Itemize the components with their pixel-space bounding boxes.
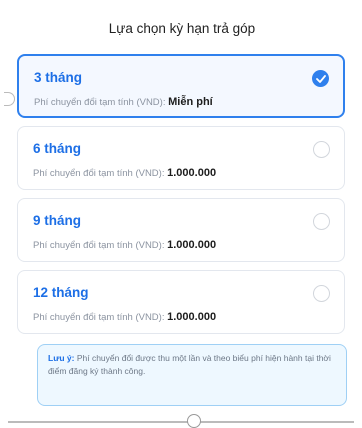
- term-option-fee: Phí chuyển đổi tạm tính (VND): Miễn phí: [34, 96, 213, 108]
- term-option-12-months[interactable]: 12 tháng Phí chuyển đổi tạm tính (VND): …: [17, 270, 345, 334]
- fee-value: 1.000.000: [167, 311, 217, 323]
- fee-value: 1.000.000: [167, 167, 217, 179]
- term-option-label: 6 tháng: [33, 141, 82, 156]
- info-note: Lưu ý: Phí chuyển đổi được thu một lần v…: [37, 344, 347, 406]
- bottom-connector: [0, 414, 362, 428]
- note-label: Lưu ý:: [48, 353, 75, 363]
- connector-line: [8, 421, 354, 423]
- term-option-9-months[interactable]: 9 tháng Phí chuyển đổi tạm tính (VND): 1…: [17, 198, 345, 262]
- term-option-fee: Phí chuyển đổi tạm tính (VND): 1.000.000: [33, 167, 216, 179]
- fee-label: Phí chuyển đổi tạm tính (VND):: [33, 240, 165, 251]
- term-option-fee: Phí chuyển đổi tạm tính (VND): 1.000.000: [33, 311, 216, 323]
- fee-label: Phí chuyển đổi tạm tính (VND):: [34, 97, 166, 108]
- term-options-list: 3 tháng Phí chuyển đổi tạm tính (VND): M…: [17, 54, 345, 342]
- check-circle-icon[interactable]: [312, 70, 329, 87]
- left-edge-notch: [4, 92, 15, 106]
- fee-label: Phí chuyển đổi tạm tính (VND):: [33, 312, 165, 323]
- fee-value: 1.000.000: [167, 239, 217, 251]
- fee-value: Miễn phí: [168, 96, 213, 108]
- empty-circle-icon[interactable]: [313, 141, 330, 158]
- term-option-label: 9 tháng: [33, 213, 82, 228]
- term-option-fee: Phí chuyển đổi tạm tính (VND): 1.000.000: [33, 239, 216, 251]
- term-option-6-months[interactable]: 6 tháng Phí chuyển đổi tạm tính (VND): 1…: [17, 126, 345, 190]
- sheet-title: Lựa chọn kỳ hạn trả góp: [108, 21, 256, 36]
- term-option-label: 12 tháng: [33, 285, 89, 300]
- term-option-3-months[interactable]: 3 tháng Phí chuyển đổi tạm tính (VND): M…: [17, 54, 345, 118]
- term-option-label: 3 tháng: [34, 70, 83, 85]
- note-text: Phí chuyển đổi được thu một lần và theo …: [48, 353, 331, 376]
- empty-circle-icon[interactable]: [313, 213, 330, 230]
- fee-label: Phí chuyển đổi tạm tính (VND):: [33, 168, 165, 179]
- empty-circle-icon[interactable]: [313, 285, 330, 302]
